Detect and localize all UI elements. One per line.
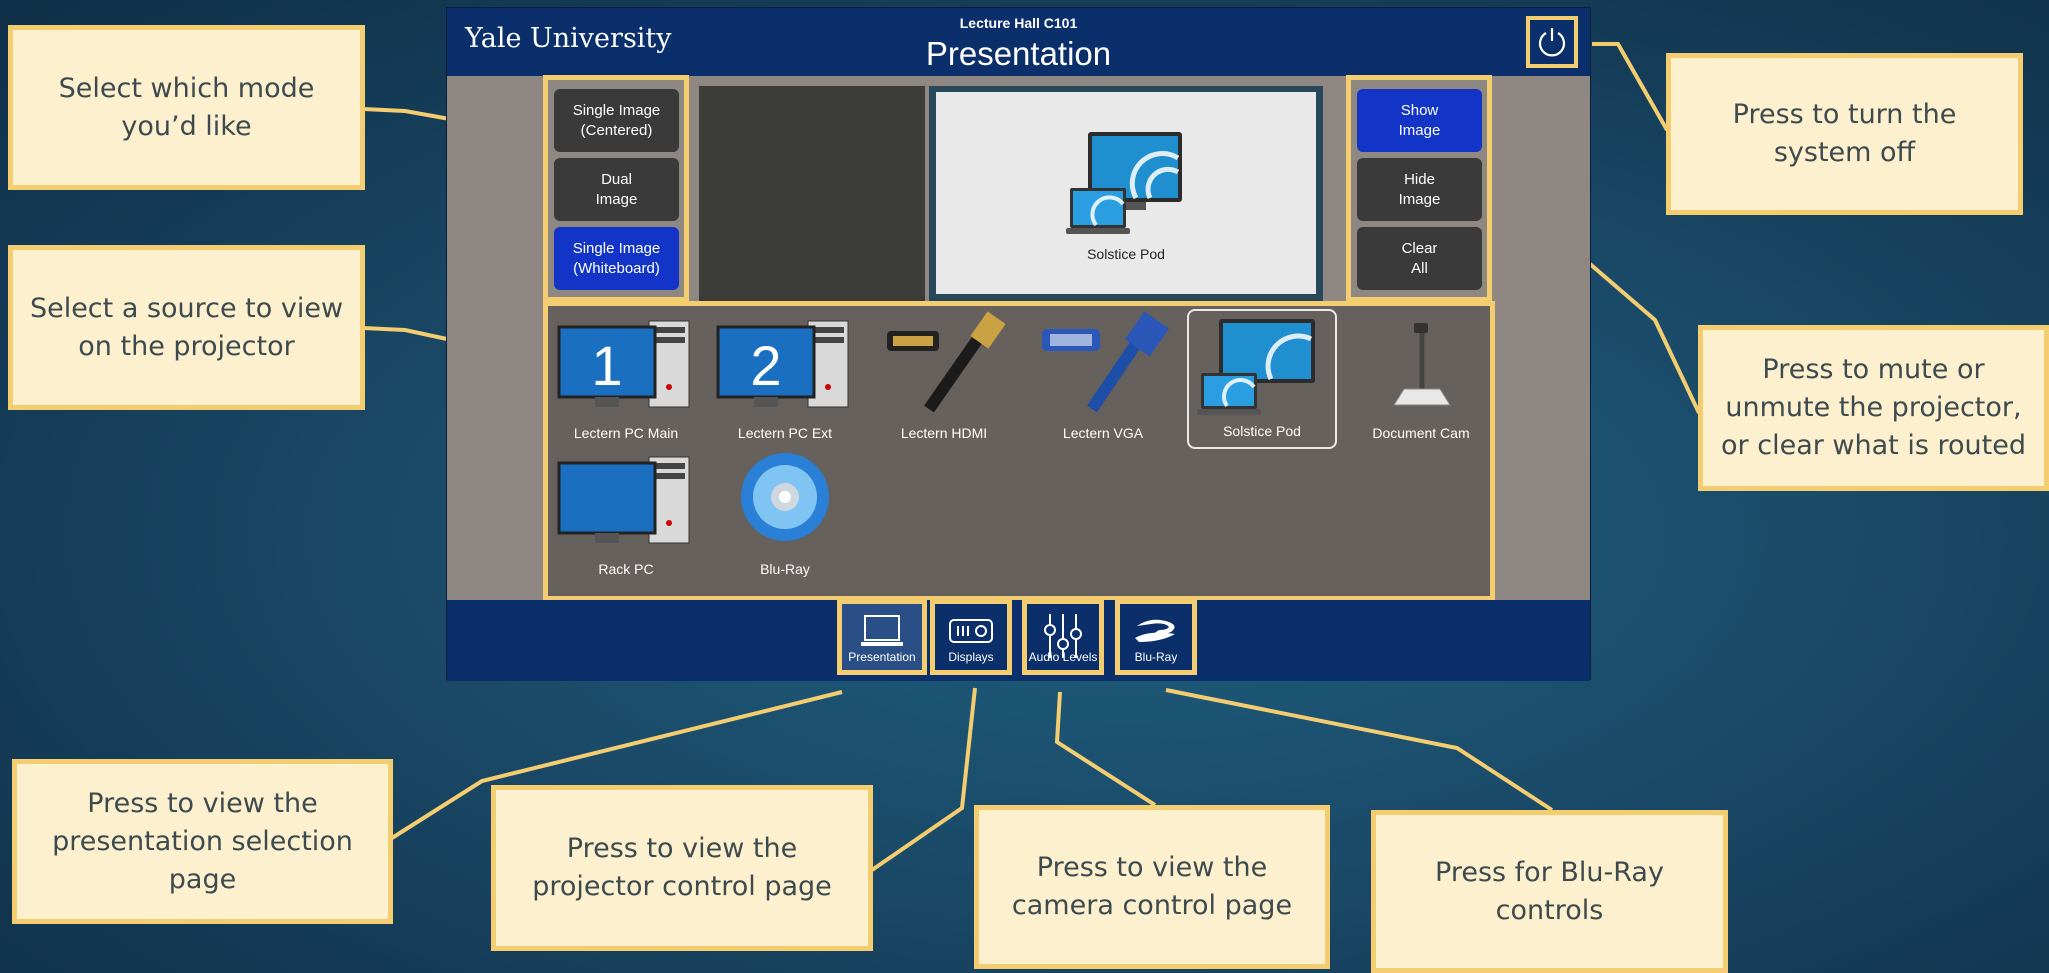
callout-source-text: Select a source to view on the projector bbox=[29, 292, 344, 362]
mode-single-centered-button[interactable]: Single Image (Centered) bbox=[554, 89, 679, 152]
callout-projector-text: Press to view the projector control page bbox=[532, 833, 832, 902]
clear-all-button[interactable]: Clear All bbox=[1357, 227, 1482, 290]
nav-label: Audio Levels bbox=[1028, 650, 1098, 664]
callout-power-text: Press to turn the system off bbox=[1732, 99, 1957, 168]
nav-displays-button[interactable]: Displays bbox=[930, 599, 1012, 675]
nav-label: Presentation bbox=[848, 650, 916, 664]
nav-blu-ray-button[interactable]: Blu-Ray bbox=[1115, 599, 1197, 675]
room-name: Lecture Hall C101 bbox=[959, 15, 1078, 31]
callout-bluray-text: Press for Blu-Ray controls bbox=[1435, 856, 1664, 926]
preview-left-empty bbox=[699, 86, 925, 301]
callout-mute-text: Press to mute or unmute the projector, o… bbox=[1721, 354, 2026, 461]
nav-audio-levels-button[interactable]: Audio Levels bbox=[1022, 599, 1104, 675]
panel-footer bbox=[447, 600, 1590, 681]
projector-icon bbox=[949, 619, 993, 643]
touch-panel: Yale University Lecture Hall C101 Presen… bbox=[446, 7, 1591, 681]
source-grid-highlight bbox=[543, 301, 1495, 601]
show-image-button[interactable]: Show Image bbox=[1357, 89, 1482, 152]
nav-label: Blu-Ray bbox=[1134, 650, 1178, 664]
power-button[interactable] bbox=[1526, 16, 1578, 68]
preview-screen bbox=[936, 92, 1316, 294]
power-icon bbox=[1538, 28, 1566, 57]
callout-presentation-text: Press to view the presentation selection… bbox=[52, 787, 353, 895]
callout-bluray: Press for Blu-Ray controls bbox=[1371, 810, 1728, 973]
panel-header: Yale University Lecture Hall C101 Presen… bbox=[447, 8, 1590, 76]
callout-camera-text: Press to view the camera control page bbox=[1011, 852, 1293, 921]
callout-source: Select a source to view on the projector bbox=[8, 245, 365, 410]
preview-source-label: Solstice Pod bbox=[1087, 246, 1165, 262]
mode-single-whiteboard-button[interactable]: Single Image (Whiteboard) bbox=[554, 227, 679, 290]
nav-label: Displays bbox=[948, 650, 994, 664]
callout-projector: Press to view the projector control page bbox=[491, 785, 873, 951]
callout-mute: Press to mute or unmute the projector, o… bbox=[1698, 325, 2049, 491]
page-title: Presentation bbox=[925, 35, 1112, 72]
nav-presentation-button[interactable]: Presentation bbox=[837, 599, 927, 675]
mode-dual-image-button[interactable]: Dual Image bbox=[554, 158, 679, 221]
callout-presentation: Press to view the presentation selection… bbox=[12, 759, 393, 924]
wireless-display-icon bbox=[1066, 132, 1182, 234]
hide-image-button[interactable]: Hide Image bbox=[1357, 158, 1482, 221]
laptop-icon bbox=[861, 615, 903, 646]
callout-camera: Press to view the camera control page bbox=[974, 805, 1330, 969]
callout-power: Press to turn the system off bbox=[1666, 53, 2023, 215]
callout-mode-text: Select which mode you’d like bbox=[58, 72, 315, 142]
callout-mode: Select which mode you’d like bbox=[8, 25, 365, 190]
bluray-logo-icon bbox=[1135, 619, 1175, 642]
